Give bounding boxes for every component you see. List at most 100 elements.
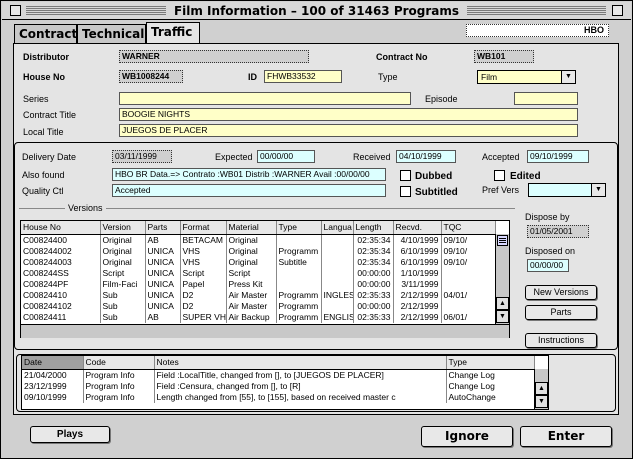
table-cell [321, 234, 354, 246]
contract-no-field: WB101 [474, 50, 534, 63]
table-row[interactable]: C008244SS Script UNICA Script Script 00:00:00… [21, 267, 496, 279]
zoom-box-icon[interactable] [612, 5, 623, 16]
table-cell: 02:35:34 [353, 256, 394, 268]
table-cell: Subtitle [276, 256, 322, 268]
table-cell: Programm [276, 245, 322, 257]
dubbed-checkbox[interactable] [400, 170, 411, 181]
table-cell: Sub [100, 311, 146, 323]
pref-vers-select[interactable]: ▼ [528, 183, 606, 197]
column-header[interactable]: Notes [154, 356, 447, 370]
column-header[interactable]: Type [276, 221, 322, 235]
edited-checkbox[interactable] [494, 170, 505, 181]
column-header[interactable]: Parts [145, 221, 181, 235]
table-cell: C00824411 [21, 311, 101, 323]
versions-vertical-scrollbar[interactable]: ▲ ▼ [495, 234, 509, 324]
table-cell: Programm [276, 289, 322, 301]
instructions-button[interactable]: Instructions [525, 333, 597, 348]
table-row[interactable]: C008244102 Sub UNICA D2 Air Master Programm 00… [21, 300, 496, 312]
versions-rows: C00824400 Original AB BETACAM Original 02:35:… [21, 234, 496, 323]
table-cell [276, 267, 322, 279]
column-header[interactable]: TQC [441, 221, 496, 235]
scroll-down-arrow-icon[interactable]: ▼ [535, 395, 548, 408]
table-row[interactable]: 09/10/1999 Program Info Length changed fro… [22, 391, 535, 403]
column-header[interactable]: Version [100, 221, 146, 235]
table-row[interactable]: 23/12/1999 Program Info Field :Censura, ch… [22, 380, 535, 392]
table-row[interactable]: C008244002 Original UNICA VHS Original Progra… [21, 245, 496, 257]
type-label: Type [378, 72, 398, 82]
table-row[interactable]: C008244003 Original UNICA VHS Original Subtit… [21, 256, 496, 268]
edited-label: Edited [510, 171, 541, 182]
enter-button[interactable]: Enter [520, 426, 612, 447]
table-cell [321, 256, 354, 268]
also-found-field[interactable]: HBO BR Data.=> Contrato :WB01 Distrib :W… [112, 168, 386, 181]
table-cell: Air Master [226, 300, 277, 312]
column-header[interactable]: Format [180, 221, 227, 235]
local-title-field[interactable]: JUEGOS DE PLACER [119, 124, 578, 137]
also-found-label: Also found [22, 170, 65, 180]
table-cell: Field :Censura, changed from [], to [R] [154, 380, 447, 392]
accepted-label: Accepted [482, 152, 520, 162]
table-cell: ENGLIS [321, 311, 354, 323]
scroll-up-arrow-icon[interactable]: ▲ [535, 382, 548, 395]
table-cell: Original [100, 256, 146, 268]
table-cell: 4/10/1999 [393, 234, 442, 246]
table-cell [441, 267, 496, 279]
table-cell: Program Info [83, 380, 155, 392]
title-bar[interactable]: Film Information – 100 of 31463 Programs [2, 2, 631, 20]
table-cell: 2/12/1999 [393, 300, 442, 312]
table-cell: C008244003 [21, 256, 101, 268]
table-row[interactable]: C00824400 Original AB BETACAM Original 02:35:… [21, 234, 496, 246]
log-vertical-scrollbar[interactable]: ▲ ▼ [534, 369, 548, 409]
tab-technical[interactable]: Technical [77, 24, 146, 44]
versions-horizontal-scrollbar[interactable] [21, 324, 509, 338]
table-cell: 2/12/1999 [393, 311, 442, 323]
table-row[interactable]: C00824411 Sub AB SUPER VH Air Backup Programm… [21, 311, 496, 323]
column-header[interactable]: Recvd. [393, 221, 442, 235]
disposed-on-field[interactable]: 00/00/00 [527, 259, 569, 272]
table-cell: Air Master [226, 289, 277, 301]
table-cell: Sub [100, 300, 146, 312]
table-cell: 02:35:34 [353, 234, 394, 246]
column-header[interactable]: Date [22, 356, 84, 370]
ignore-button[interactable]: Ignore [421, 426, 513, 447]
quality-ctl-field[interactable]: Accepted [112, 184, 386, 197]
column-header[interactable]: Langua [321, 221, 354, 235]
id-field[interactable]: FHWB33532 [264, 70, 342, 83]
scroll-thumb[interactable] [497, 235, 508, 246]
subtitled-checkbox[interactable] [400, 186, 411, 197]
series-field[interactable] [119, 92, 411, 105]
new-versions-button[interactable]: New Versions [525, 285, 597, 300]
table-cell: Length changed from [55], to [155], base… [154, 391, 447, 403]
parts-button[interactable]: Parts [525, 305, 597, 320]
table-cell [441, 300, 496, 312]
column-header[interactable]: Code [83, 356, 155, 370]
table-cell: 09/10/ [441, 256, 496, 268]
table-cell [321, 267, 354, 279]
column-header[interactable]: Material [226, 221, 277, 235]
table-cell: Change Log [446, 380, 535, 392]
table-row[interactable]: 21/04/2000 Program Info Field :LocalTitle,… [22, 369, 535, 381]
scroll-up-arrow-icon[interactable]: ▲ [496, 297, 509, 310]
column-header[interactable]: Length [353, 221, 394, 235]
disposed-on-label: Disposed on [525, 246, 576, 256]
pref-vers-label: Pref Vers [482, 185, 520, 195]
type-select[interactable]: Film ▼ [477, 70, 576, 84]
episode-field[interactable] [514, 92, 578, 105]
chevron-down-icon: ▼ [561, 71, 575, 83]
column-header[interactable]: Type [446, 356, 535, 370]
plays-button[interactable]: Plays [30, 426, 110, 443]
received-field[interactable]: 04/10/1999 [396, 150, 456, 163]
contract-title-field[interactable]: BOOGIE NIGHTS [119, 108, 578, 121]
table-row[interactable]: C008244PF Film-Faci UNICA Papel Press Kit 00:… [21, 278, 496, 290]
accepted-field[interactable]: 09/10/1999 [527, 150, 589, 163]
table-cell [321, 300, 354, 312]
tab-traffic-label: Traffic [151, 25, 193, 39]
tab-contract[interactable]: Contract [14, 24, 77, 44]
scroll-down-arrow-icon[interactable]: ▼ [496, 310, 509, 323]
tab-traffic[interactable]: Traffic [146, 22, 200, 44]
column-header[interactable]: House No [21, 221, 101, 235]
table-cell: D2 [180, 300, 227, 312]
table-cell: SUPER VH [180, 311, 227, 323]
expected-field[interactable]: 00/00/00 [257, 150, 315, 163]
table-row[interactable]: C00824410 Sub UNICA D2 Air Master Programm ING… [21, 289, 496, 301]
